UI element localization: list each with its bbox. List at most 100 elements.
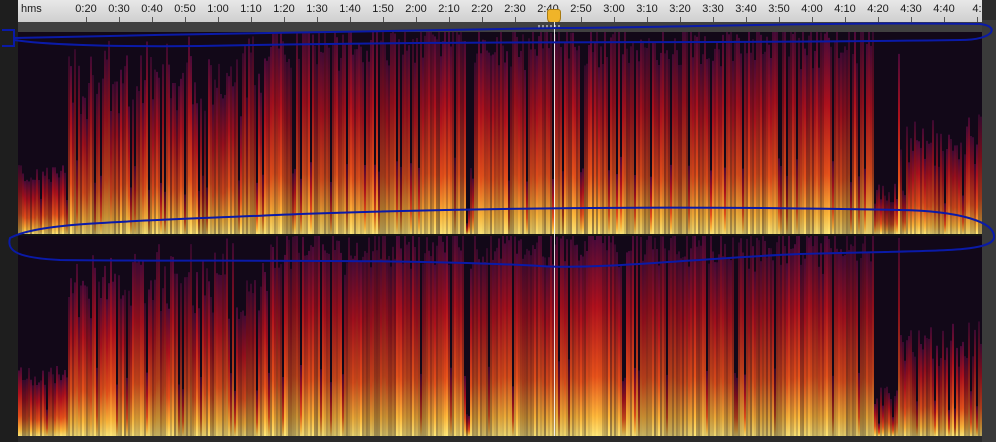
spectrogram-column — [854, 32, 856, 234]
spectrogram-column — [230, 66, 232, 234]
spectrogram-column — [24, 181, 26, 234]
spectrogram-column — [22, 173, 24, 234]
spectrogram-column — [302, 33, 304, 234]
spectrogram-column — [844, 254, 846, 436]
spectrogram-column — [734, 373, 736, 436]
spectrogram-column — [604, 32, 606, 234]
spectrogram-column — [602, 243, 604, 436]
spectrogram-column — [248, 38, 250, 234]
spectrogram-channel-left[interactable] — [18, 32, 982, 234]
spectrogram-column — [438, 236, 440, 436]
spectrogram-column — [136, 262, 138, 436]
spectrogram-column — [388, 65, 390, 234]
grip-handle[interactable] — [538, 25, 560, 28]
spectrogram-column — [172, 256, 174, 436]
spectrogram-column — [768, 44, 770, 234]
spectrogram-column — [850, 244, 852, 436]
spectrogram-column — [946, 347, 948, 436]
spectrogram-column — [462, 41, 464, 234]
spectrogram-column — [864, 236, 866, 436]
spectrogram-column — [690, 248, 692, 436]
vertical-scrollbar[interactable] — [982, 20, 996, 442]
spectrogram-column — [976, 406, 978, 436]
spectrogram-column — [356, 49, 358, 234]
spectrogram-column — [622, 54, 624, 234]
spectrogram-column — [116, 81, 118, 234]
spectrogram-column — [654, 237, 656, 436]
spectrogram-column — [330, 182, 332, 234]
spectrogram-column — [682, 32, 684, 234]
spectrogram-column — [854, 236, 856, 436]
spectrogram-column — [606, 57, 608, 234]
spectrogram-column — [694, 35, 696, 234]
spectrogram-channel-right[interactable] — [18, 236, 982, 436]
spectrogram-column — [654, 42, 656, 234]
spectrogram-column — [58, 177, 60, 234]
spectrogram-column — [798, 236, 800, 436]
spectrogram-column — [408, 45, 410, 234]
spectrogram-column — [54, 167, 56, 234]
spectrogram-column — [678, 251, 680, 436]
spectrogram-column — [496, 37, 498, 234]
spectrogram-column — [840, 52, 842, 234]
spectrogram-column — [966, 126, 968, 234]
spectrogram-column — [328, 47, 330, 234]
spectrogram-column — [76, 263, 78, 436]
spectrogram-column — [364, 251, 366, 436]
spectrogram-column — [280, 33, 282, 234]
spectrogram-column — [252, 36, 254, 234]
bottom-scrollbar[interactable] — [18, 436, 982, 442]
spectrogram-column — [196, 272, 198, 436]
spectrogram-column — [308, 32, 310, 234]
tick-label: 2:10 — [438, 3, 460, 15]
spectrogram-column — [784, 246, 786, 436]
spectrogram-column — [144, 303, 146, 436]
spectrogram-column — [84, 97, 86, 234]
spectrogram-column — [536, 55, 538, 234]
spectrogram-column — [452, 236, 454, 436]
spectrogram-column — [444, 32, 446, 234]
spectrogram-column — [606, 250, 608, 436]
spectrogram-column — [912, 150, 914, 234]
spectrogram-column — [480, 263, 482, 436]
spectrogram-column — [494, 52, 496, 234]
time-ruler[interactable]: hms 0:20 0:30 0:40 0:50 1:00 1:10 1:20 1:30 1:40… — [18, 0, 982, 23]
spectrogram-column — [140, 264, 142, 436]
spectrogram-column — [242, 53, 244, 234]
spectrogram-column — [20, 367, 22, 436]
spectrogram-column — [846, 50, 848, 234]
spectrogram-column — [42, 171, 44, 234]
spectrogram-column — [894, 396, 896, 436]
spectrogram-column — [530, 255, 532, 436]
spectrogram-column — [402, 54, 404, 234]
spectrogram-column — [390, 266, 392, 436]
spectrogram-column — [310, 162, 312, 234]
spectrogram-column — [320, 369, 322, 436]
spectrogram-column — [564, 261, 566, 436]
spectrogram-column — [886, 386, 888, 436]
spectrogram-column — [766, 257, 768, 436]
spectrogram-column — [594, 42, 596, 234]
spectrogram-column — [506, 236, 508, 436]
spectrogram-column — [574, 46, 576, 234]
spectrogram-column — [614, 244, 616, 436]
spectrogram-column — [142, 260, 144, 436]
spectrogram-column — [416, 38, 418, 234]
spectrogram-column — [590, 32, 592, 234]
spectrogram-column — [874, 203, 876, 234]
spectrogram-column — [618, 32, 620, 234]
spectrogram-column — [578, 260, 580, 436]
channel-divider-top[interactable] — [18, 22, 982, 32]
spectrogram-column — [544, 32, 546, 234]
spectrogram-column — [808, 237, 810, 436]
spectrogram-column — [226, 238, 228, 436]
spectrogram-column — [692, 236, 694, 436]
spectrogram-column — [166, 43, 168, 234]
spectrogram-left-svg — [18, 32, 982, 234]
spectrogram-column — [450, 46, 452, 234]
spectrogram-column — [384, 42, 386, 234]
spectrogram-column — [424, 253, 426, 436]
spectrogram-column — [182, 72, 184, 234]
spectrogram-column — [674, 38, 676, 234]
spectrogram-column — [900, 335, 902, 436]
